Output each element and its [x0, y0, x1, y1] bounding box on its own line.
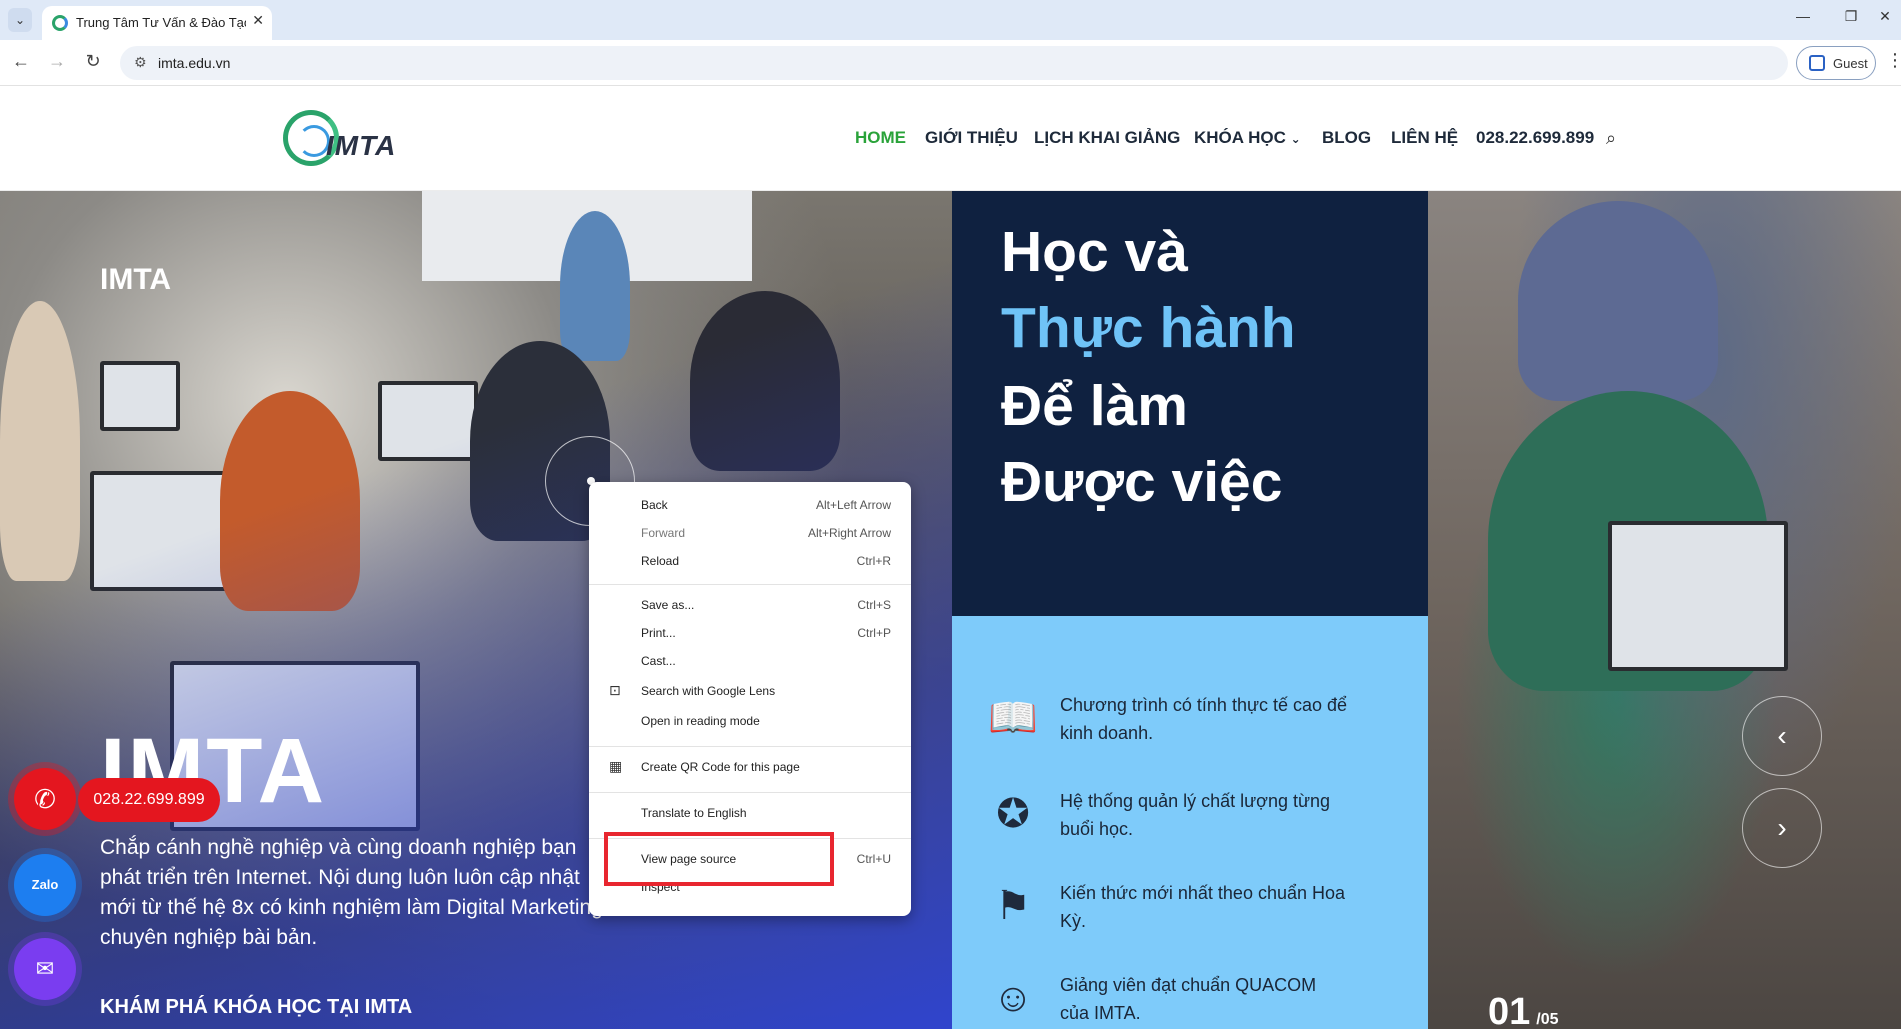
headline-line-4: Được việc [1001, 450, 1283, 514]
minimize-icon[interactable]: — [1788, 8, 1818, 24]
nav-home[interactable]: HOME [855, 128, 906, 148]
ctx-label: Print... [641, 626, 676, 640]
nav-about[interactable]: GIỚI THIỆU [925, 128, 1018, 148]
ctx-divider [589, 792, 911, 793]
student-figure [1518, 201, 1718, 401]
feature-item: Hệ thống quản lý chất lượng từng buổi họ… [1060, 791, 1331, 839]
ctx-label: Open in reading mode [641, 714, 760, 728]
window-close-icon[interactable]: ✕ [1870, 8, 1900, 25]
ctx-reload[interactable]: Reload Ctrl+R [589, 548, 911, 574]
profile-icon [1809, 55, 1825, 71]
slide-current: 01 [1488, 991, 1531, 1029]
ctx-label: Translate to English [641, 806, 747, 820]
tab-search-icon[interactable]: ⌄ [8, 8, 32, 32]
quality-badge-icon: ✪ [996, 792, 1030, 836]
restore-icon[interactable]: ❐ [1836, 8, 1866, 25]
ctx-shortcut: Ctrl+S [857, 598, 891, 612]
ctx-label: Reload [641, 554, 680, 568]
google-lens-icon: ⊡ [609, 682, 621, 698]
ctx-print[interactable]: Print... Ctrl+P [589, 620, 911, 646]
explore-courses-link[interactable]: KHÁM PHÁ KHÓA HỌC TẠI IMTA [100, 996, 412, 1019]
nav-blog[interactable]: BLOG [1322, 128, 1371, 148]
tab-close-icon[interactable]: ✕ [252, 12, 264, 29]
feature-item: Giảng viên đạt chuẩn QUACOM của IMTA. [1060, 975, 1317, 1023]
profile-button[interactable]: Guest [1796, 46, 1876, 80]
headline-line-2: Thực hành [1001, 296, 1296, 360]
ctx-shortcut: Ctrl+U [856, 852, 891, 866]
browser-menu-icon[interactable]: ⋮ [1886, 50, 1901, 71]
view-source-highlight-box [604, 832, 834, 886]
nav-schedule[interactable]: LỊCH KHAI GIẢNG [1034, 128, 1180, 148]
ctx-shortcut: Alt+Left Arrow [815, 498, 891, 512]
ctx-divider [589, 746, 911, 747]
ctx-forward[interactable]: Forward Alt+Right Arrow [589, 520, 911, 546]
phone-icon[interactable]: ✆ [14, 768, 76, 830]
slider-prev-button[interactable]: ‹ [1742, 696, 1822, 776]
ctx-shortcut: Ctrl+P [857, 626, 891, 640]
hero-section: IMTA IMTA Chắp cánh nghề nghiệp và cùng … [0, 191, 1901, 1029]
feature-item: Kiến thức mới nhất theo chuẩn Hoa Kỳ. [1060, 883, 1346, 931]
messenger-icon[interactable]: ✉ [14, 938, 76, 1000]
phone-call-button[interactable]: 028.22.699.899 [78, 778, 220, 822]
hero-label: IMTA [100, 263, 172, 296]
ctx-shortcut: Ctrl+R [856, 554, 891, 568]
site-settings-icon[interactable]: ⚙ [134, 54, 147, 71]
browser-toolbar: ← → ↻ ⚙ imta.edu.vn Guest ⋮ [0, 40, 1901, 86]
nav-contact[interactable]: LIÊN HỆ [1391, 128, 1458, 148]
logo-text[interactable]: IMTA [326, 130, 396, 162]
browser-tab[interactable]: Trung Tâm Tư Vấn & Đào Tạo Digital Marke… [42, 6, 272, 40]
profile-label: Guest [1833, 56, 1868, 71]
ctx-save-as[interactable]: Save as... Ctrl+S [589, 592, 911, 618]
search-icon[interactable]: ⌕ [1606, 128, 1616, 149]
slider-next-button[interactable]: › [1742, 788, 1822, 868]
ctx-back[interactable]: Back Alt+Left Arrow [589, 492, 911, 518]
forward-arrow-icon[interactable]: → [44, 51, 70, 72]
nav-courses[interactable]: KHÓA HỌC ⌄ [1194, 128, 1301, 148]
slide-counter: 01/05 [1488, 991, 1559, 1029]
browser-tab-bar: ⌄ Trung Tâm Tư Vấn & Đào Tạo Digital Mar… [0, 0, 1901, 40]
ctx-label: Back [641, 498, 668, 512]
ctx-label: Cast... [641, 654, 676, 668]
ctx-google-lens[interactable]: ⊡ Search with Google Lens [589, 678, 911, 704]
ctx-divider [589, 584, 911, 585]
feature-item: Chương trình có tính thực tế cao để kinh… [1060, 695, 1348, 743]
address-bar[interactable]: ⚙ imta.edu.vn [120, 46, 1788, 80]
ctx-qr-code[interactable]: ▦ Create QR Code for this page [589, 754, 911, 780]
instructor-icon: ☺ [992, 976, 1034, 1020]
nav-phone[interactable]: 028.22.699.899 [1476, 128, 1594, 148]
site-header: IMTA HOME GIỚI THIỆU LỊCH KHAI GIẢNG KHÓ… [0, 86, 1901, 191]
zalo-chat-icon[interactable]: Zalo [14, 854, 76, 916]
ctx-shortcut: Alt+Right Arrow [807, 526, 891, 540]
favicon-icon [52, 15, 68, 31]
tab-title: Trung Tâm Tư Vấn & Đào Tạo Digital Marke… [76, 15, 246, 30]
ctx-label: Create QR Code for this page [641, 760, 800, 774]
hero-description: Chắp cánh nghề nghiệp và cùng doanh nghi… [100, 836, 603, 949]
ctx-label: Save as... [641, 598, 695, 612]
reload-icon[interactable]: ↻ [80, 51, 106, 72]
url-text: imta.edu.vn [158, 55, 231, 71]
headline-line-1: Học và [1001, 220, 1188, 284]
nav-courses-label: KHÓA HỌC [1194, 128, 1286, 147]
ctx-cast[interactable]: Cast... [589, 648, 911, 674]
laptop [1608, 521, 1788, 671]
ctx-reading-mode[interactable]: Open in reading mode [589, 708, 911, 734]
ctx-translate[interactable]: Translate to English [589, 800, 911, 826]
us-flag-icon: ⚑ [995, 884, 1031, 928]
headline-line-3: Để làm [1001, 374, 1188, 438]
ctx-label: Search with Google Lens [641, 684, 776, 698]
chevron-down-icon: ⌄ [1290, 132, 1301, 146]
classroom-photo-right [1428, 191, 1901, 1029]
qr-code-icon: ▦ [609, 758, 623, 774]
book-graduation-icon: 📖 [988, 696, 1038, 740]
slide-total: /05 [1536, 1011, 1559, 1028]
back-arrow-icon[interactable]: ← [8, 51, 34, 72]
ctx-label: Forward [641, 526, 686, 540]
